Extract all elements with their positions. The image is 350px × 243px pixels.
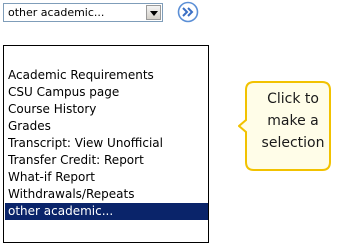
list-item-blank[interactable] (5, 50, 208, 67)
list-item-csu-campus-page[interactable]: CSU Campus page (5, 84, 208, 101)
callout-text: Click to make a selection (250, 88, 336, 154)
callout-line: Click to (267, 91, 319, 107)
list-item-transcript-view-unofficial[interactable]: Transcript: View Unofficial (5, 135, 208, 152)
academic-select[interactable]: other academic... (3, 3, 163, 22)
list-item-withdrawals-repeats[interactable]: Withdrawals/Repeats (5, 186, 208, 203)
list-item-course-history[interactable]: Course History (5, 101, 208, 118)
list-item-other-academic[interactable]: other academic... (5, 203, 208, 220)
list-item-grades[interactable]: Grades (5, 118, 208, 135)
dropdown-list[interactable]: Academic Requirements CSU Campus page Co… (3, 45, 209, 243)
list-item-transfer-credit-report[interactable]: Transfer Credit: Report (5, 152, 208, 169)
select-dropdown-button[interactable] (146, 5, 161, 20)
chevron-down-icon (150, 11, 158, 16)
list-item-what-if-report[interactable]: What-if Report (5, 169, 208, 186)
go-button[interactable] (177, 1, 199, 23)
callout-line: selection (261, 135, 325, 151)
callout-line: make a (267, 113, 319, 129)
screenshot-canvas: other academic... Academic Requirements … (0, 0, 350, 243)
select-current-value: other academic... (8, 6, 105, 19)
list-item-academic-requirements[interactable]: Academic Requirements (5, 67, 208, 84)
